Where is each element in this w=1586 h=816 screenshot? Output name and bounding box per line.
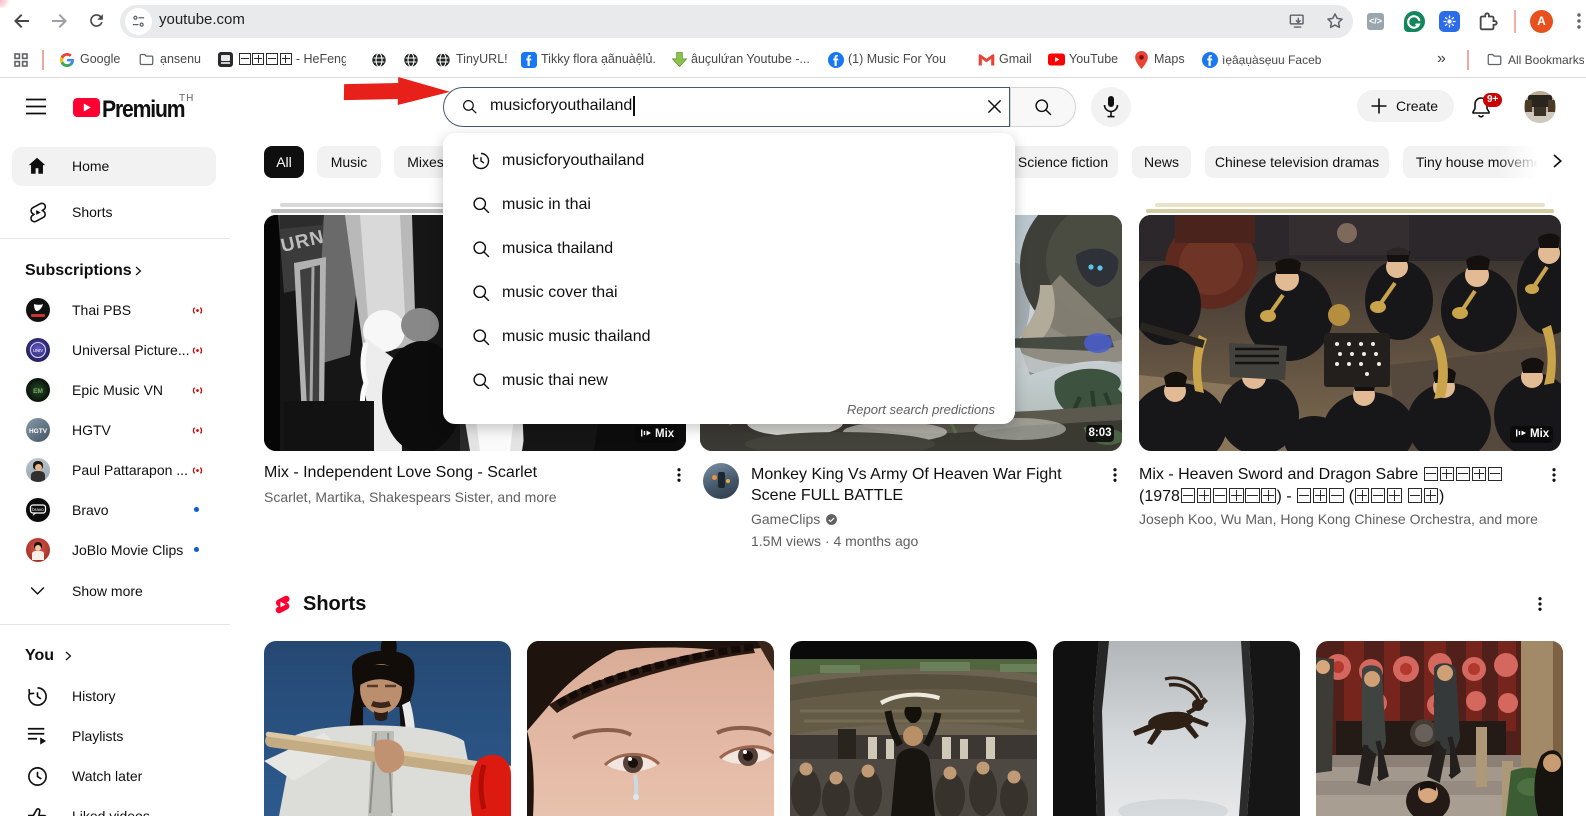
- svg-text:UNIV: UNIV: [33, 348, 43, 353]
- svg-text:bravo: bravo: [32, 507, 44, 512]
- svg-text:EM: EM: [33, 388, 43, 395]
- svg-text:HGTV: HGTV: [29, 428, 48, 435]
